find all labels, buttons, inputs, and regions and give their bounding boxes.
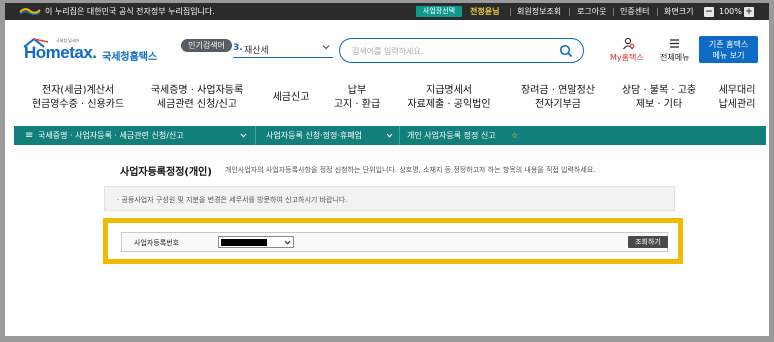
nav-line1: 세금신고 [272,92,310,103]
business-number-form: 사업자등록번호 조회하기 [121,232,668,252]
all-menu-label[interactable]: 전체메뉴 [660,52,689,63]
chevron-down-icon[interactable] [284,239,291,246]
logo-korean: 국세청홈택스 [102,52,158,63]
nav-item-payment-statement[interactable]: 지급명세서 자료제출 · 공익법인 [396,78,502,122]
breadcrumb-level3: 개인 사업자등록 정정 신고 [407,131,496,140]
classic-menu-line1: 기존 홈택스 [708,40,749,49]
nav-line1: 지급명세서 [426,85,472,96]
rank-number: 3. [233,43,243,53]
nav-line1: 세무대리 [718,85,756,96]
favorite-star-icon[interactable]: ☆ [511,126,518,145]
cert-center-link[interactable]: 인증센터 [620,3,649,20]
nav-line2: 제보 · 기타 [635,99,683,110]
breadcrumb: ≡ 국세증명 · 사업자등록 · 세금관련 신청/신고 사업자등록 신청·정정·… [14,126,766,145]
chevron-down-icon[interactable] [240,132,247,139]
nav-item-e-invoice[interactable]: 전자(세금)계산서 현금영수증 · 신용카드 [23,78,133,122]
logo-text: Hometax. [24,43,97,62]
nav-line2: 납세관리 [718,99,756,110]
notice-box: · 공동사업자 구성원 및 지분을 변경은 세무서를 방문하여 신고하시기 바랍… [104,186,675,211]
nav-line2: 자료제출 · 공익법인 [407,99,491,110]
breadcrumb-menu-icon[interactable]: ≡ [25,126,33,145]
query-button[interactable]: 조회하기 [628,236,668,248]
breadcrumb-level1[interactable]: 국세증명 · 사업자등록 · 세금관련 신청/신고 [38,126,184,145]
my-hometax-label[interactable]: My홈택스 [610,52,644,63]
nav-item-payment[interactable]: 납부 고지 · 환급 [324,78,390,122]
nav-item-consultation[interactable]: 상담 · 불복 · 고충 제보 · 기타 [611,78,707,122]
nav-line1: 상담 · 불복 · 고충 [621,85,697,96]
zoom-out-button[interactable]: − [704,7,714,17]
member-info-link[interactable]: 회원정보조회 [517,3,561,20]
highlight-frame: 사업자등록번호 조회하기 [103,218,683,264]
business-number-select[interactable] [218,236,294,248]
business-number-label: 사업자등록번호 [134,239,180,247]
notice-text: · 공동사업자 구성원 및 지분을 변경은 세무서를 방문하여 신고하시기 바랍… [117,196,348,204]
nav-item-tax-filing[interactable]: 세금신고 [263,78,319,122]
menu-icon[interactable] [668,37,681,50]
browser-window: 이 누리집은 대한민국 공식 전자정부 누리집입니다. 사업장선택 전정윤님 회… [5,3,769,336]
popular-search-dropdown[interactable]: 3. 재산세 [233,40,333,58]
classic-menu-button[interactable]: 기존 홈택스 메뉴 보기 [699,36,758,63]
classic-menu-line2: 메뉴 보기 [712,51,745,60]
redacted-value [221,239,267,246]
user-name[interactable]: 전정윤님 [470,3,499,20]
page-title: 사업자등록정정(개인) [120,167,212,178]
chevron-down-icon[interactable] [321,42,331,52]
main-nav: 전자(세금)계산서 현금영수증 · 신용카드 국세증명 · 사업자등록 세금관련… [5,78,769,122]
nav-item-certificates[interactable]: 국세증명 · 사업자등록 세금관련 신청/신고 [139,78,255,122]
page-description: 개인사업자의 사업자등록사항을 정정 신청하는 단위입니다. 상호명, 소재지 … [225,166,596,174]
zoom-value: 100% [719,7,742,16]
nav-line2: 현금영수증 · 신용카드 [31,99,125,110]
nav-line1: 전자(세금)계산서 [41,85,115,96]
gov-banner-text: 이 누리집은 대한민국 공식 전자정부 누리집입니다. [45,7,215,16]
nav-item-tax-agent[interactable]: 세무대리 납세관리 [709,78,765,122]
workplace-select-button[interactable]: 사업장선택 [416,6,462,17]
popular-search-label: 인기검색어 [181,39,232,52]
gov-emblem-icon [19,8,41,15]
nav-line2: 세금관련 신청/신고 [156,99,238,110]
nav-line1: 장려금 · 연말정산 [521,85,595,96]
search-input[interactable] [352,44,552,58]
gov-banner: 이 누리집은 대한민국 공식 전자정부 누리집입니다. 사업장선택 전정윤님 회… [5,3,769,20]
zoom-label: 화면크기 [664,7,694,16]
logout-link[interactable]: 로그아웃 [577,3,606,20]
chevron-down-icon[interactable] [386,132,393,139]
nav-line1: 국세증명 · 사업자등록 [150,85,244,96]
hometax-logo[interactable]: 국세청 납세자 Hometax. 국세청홈택스 [20,38,157,64]
my-hometax-icon[interactable] [622,37,635,50]
rank-keyword[interactable]: 재산세 [244,43,269,56]
nav-line1: 납부 [347,85,367,96]
nav-line2: 전자기부금 [535,99,581,110]
search-box[interactable] [339,38,584,63]
breadcrumb-level2[interactable]: 사업자등록 신청·정정·휴폐업 [266,126,362,145]
nav-item-incentives[interactable]: 장려금 · 연말정산 전자기부금 [508,78,608,122]
nav-line2: 고지 · 환급 [333,99,381,110]
zoom-in-button[interactable]: + [744,7,754,17]
search-icon[interactable] [559,44,573,58]
